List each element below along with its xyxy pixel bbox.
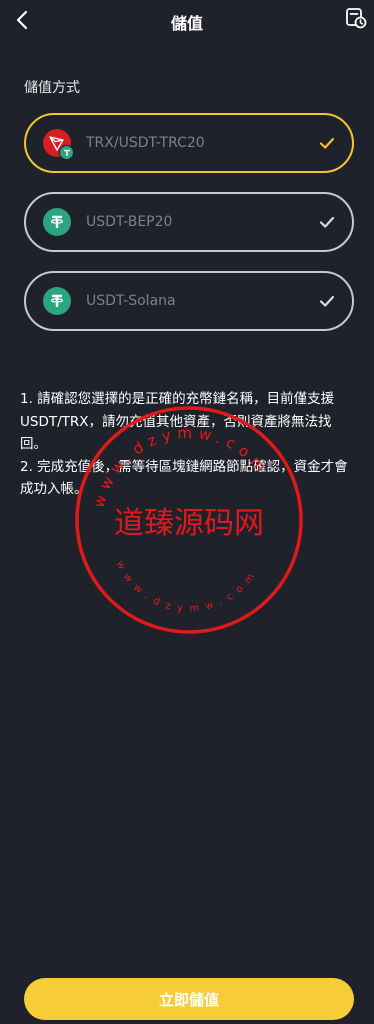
page-title: 儲值 (170, 14, 203, 33)
tether-icon (43, 287, 71, 315)
tron-usdt-icon (43, 129, 74, 160)
svg-text:www.dzymw.com: www.dzymw.com (114, 559, 261, 615)
watermark-text: 道臻源码网 (114, 506, 264, 541)
check-icon (319, 295, 335, 307)
option-usdt-bep20[interactable]: USDT-BEP20 (24, 192, 354, 252)
tether-icon (43, 208, 71, 236)
option-trx-usdt-trc20[interactable]: TRX/USDT-TRC20 (24, 113, 354, 173)
option-label: TRX/USDT-TRC20 (86, 135, 205, 151)
option-label: USDT-BEP20 (86, 214, 173, 230)
tether-badge-icon (59, 145, 74, 160)
note-1: 1. 請確認您選擇的是正確的充幣鏈名稱，目前僅支援USDT/TRX，請勿充值其他… (20, 391, 335, 452)
check-icon (319, 216, 335, 228)
deposit-now-button[interactable]: 立即儲值 (24, 978, 354, 1020)
payment-method-label: 儲值方式 (24, 80, 80, 96)
deposit-notes: 1. 請確認您選擇的是正確的充幣鏈名稱，目前僅支援USDT/TRX，請勿充值其他… (20, 388, 358, 501)
option-usdt-solana[interactable]: USDT-Solana (24, 271, 354, 331)
note-2: 2. 完成充值後，需等待區塊鏈網路節點確認，資金才會成功入帳。 (20, 458, 348, 498)
check-icon (319, 137, 335, 149)
watermark-ring-bottom: www.dzymw.com (114, 559, 254, 615)
top-bar: 儲值 (0, 0, 374, 42)
option-label: USDT-Solana (86, 293, 176, 309)
history-icon[interactable] (344, 6, 368, 30)
